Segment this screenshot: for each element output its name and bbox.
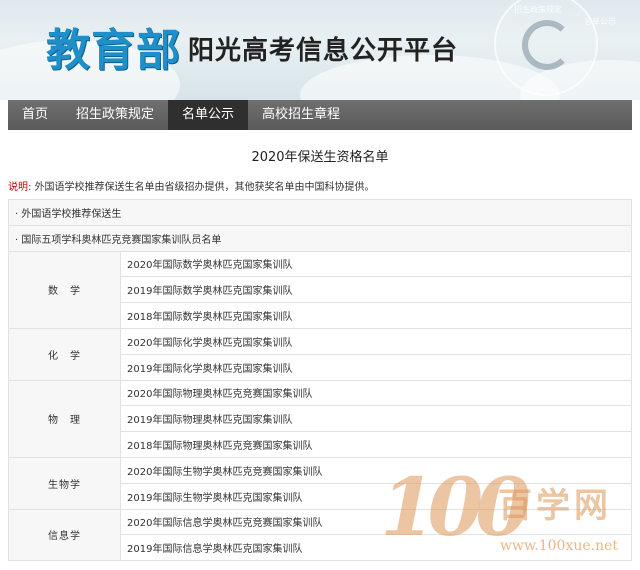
section-olympiad[interactable]: · 国际五项学科奥林匹克竞赛国家集训队员名单 [8, 224, 632, 252]
header-banner: 招生政策规定 名单公示 教育部 阳光高考信息公开平台 [0, 0, 640, 100]
subject-chemistry: 化 学 [8, 327, 121, 381]
list-link[interactable]: 2020年国际信息学奥林匹克竞赛国家集训队 [120, 508, 632, 536]
table-row: 化 学 2020年国际化学奥林匹克国家集训队 [8, 327, 632, 381]
table-row: 物 理 2020年国际物理奥林匹克竞赛国家集训队 [8, 379, 632, 458]
nav-item-policy[interactable]: 招生政策规定 [62, 100, 168, 130]
site-subtitle: 阳光高考信息公开平台 [188, 36, 459, 66]
table-row: 信息学 2020年国际信息学奥林匹克竞赛国家集训队 [8, 508, 632, 562]
list-link[interactable]: 2019年国际化学奥林匹克国家集训队 [120, 353, 632, 381]
sun-emblem-ring-icon [522, 20, 572, 70]
list-link[interactable]: 2019年国际数学奥林匹克国家集训队 [120, 276, 632, 304]
qualification-table: · 外国语学校推荐保送生 · 国际五项学科奥林匹克竞赛国家集训队员名单 数 学 … [8, 199, 632, 562]
list-link[interactable]: 2019年国际信息学奥林匹克国家集训队 [120, 534, 632, 562]
table-row: · 外国语学校推荐保送生 [8, 199, 632, 226]
emblem-text: 招生政策规定 [514, 5, 562, 14]
list-link[interactable]: 2018年国际数学奥林匹克国家集训队 [120, 302, 632, 329]
main-nav: 首页 招生政策规定 名单公示 高校招生章程 [8, 100, 632, 130]
list-link[interactable]: 2020年国际生物学奥林匹克竞赛国家集训队 [120, 456, 632, 484]
nav-item-home[interactable]: 首页 [8, 100, 62, 130]
note: 说明: 外国语学校推荐保送生名单由省级招办提供，其他获奖名单由中国科协提供。 [8, 178, 375, 193]
note-text: 外国语学校推荐保送生名单由省级招办提供，其他获奖名单由中国科协提供。 [34, 182, 375, 193]
list-link[interactable]: 2020年国际数学奥林匹克国家集训队 [120, 250, 632, 278]
subject-informatics: 信息学 [8, 508, 121, 562]
list-link[interactable]: 2019年国际生物学奥林匹克国家集训队 [120, 482, 632, 510]
subject-physics: 物 理 [8, 379, 121, 458]
nav-item-list-public[interactable]: 名单公示 [168, 100, 249, 130]
page-title: 2020年保送生资格名单 [251, 150, 389, 165]
subject-math: 数 学 [8, 250, 121, 329]
nav-item-admission-charter[interactable]: 高校招生章程 [248, 100, 354, 130]
list-link[interactable]: 2020年国际物理奥林匹克竞赛国家集训队 [120, 379, 632, 407]
note-label: 说明: [8, 182, 32, 193]
section-foreign-language[interactable]: · 外国语学校推荐保送生 [8, 199, 632, 226]
table-row: 数 学 2020年国际数学奥林匹克国家集训队 [8, 250, 632, 329]
table-row: · 国际五项学科奥林匹克竞赛国家集训队员名单 [8, 224, 632, 252]
table-row: 生物学 2020年国际生物学奥林匹克竞赛国家集训队 [8, 456, 632, 510]
list-link[interactable]: 2019年国际物理奥林匹克国家集训队 [120, 405, 632, 433]
list-link[interactable]: 2020年国际化学奥林匹克国家集训队 [120, 327, 632, 355]
emblem-text: 名单公示 [584, 17, 616, 26]
subject-biology: 生物学 [8, 456, 121, 510]
list-link[interactable]: 2018年国际物理奥林匹克竞赛国家集训队 [120, 431, 632, 458]
site-logo-title: 教育部 [46, 25, 181, 76]
